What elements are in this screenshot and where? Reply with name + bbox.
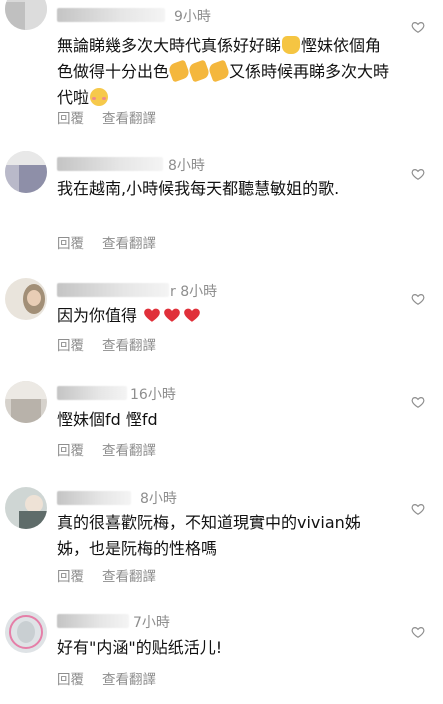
comment-time: 7小時	[133, 615, 170, 631]
blushing-face-icon	[90, 88, 109, 106]
reply-button[interactable]: 回覆	[57, 107, 84, 127]
avatar[interactable]	[5, 278, 47, 320]
heart-outline-icon[interactable]	[411, 502, 425, 516]
see-translation-button[interactable]: 查看翻譯	[102, 439, 156, 459]
username-redacted[interactable]	[57, 283, 169, 297]
comment-time: 16小時	[130, 387, 176, 403]
red-heart-icon	[184, 308, 200, 322]
username-redacted[interactable]	[57, 614, 129, 628]
red-heart-icon	[164, 308, 180, 322]
comment-text: 因为你值得	[57, 303, 397, 329]
username-redacted[interactable]	[57, 8, 165, 22]
avatar[interactable]	[5, 487, 47, 529]
comment-time: r 8小時	[170, 284, 218, 300]
username-redacted[interactable]	[57, 386, 127, 400]
comment-actions: 回覆 查看翻譯	[57, 107, 156, 127]
reply-button[interactable]: 回覆	[57, 232, 84, 252]
comment-time: 8小時	[168, 158, 205, 174]
heart-outline-icon[interactable]	[411, 292, 425, 306]
see-translation-button[interactable]: 查看翻譯	[102, 232, 156, 252]
heart-outline-icon[interactable]	[411, 20, 425, 34]
heart-outline-icon[interactable]	[411, 395, 425, 409]
red-heart-icon	[144, 308, 160, 322]
avatar[interactable]	[5, 381, 47, 423]
clapping-hands-icon	[187, 59, 211, 83]
comment-actions: 回覆 查看翻譯	[57, 439, 156, 459]
comment-text: 無論睇幾多次大時代真係好好睇 慳妹依個角色做得十分出色 又係時候再睇多次大時代啦	[57, 36, 390, 107]
see-translation-button[interactable]: 查看翻譯	[102, 107, 156, 127]
username-suffix: r	[170, 284, 176, 300]
username-redacted[interactable]	[57, 157, 163, 171]
heart-outline-icon[interactable]	[411, 167, 425, 181]
comment-actions: 回覆 查看翻譯	[57, 232, 156, 252]
avatar[interactable]	[5, 151, 47, 193]
comment-text: 真的很喜歡阮梅，不知道現實中的vivian姊姊，也是阮梅的性格嗎	[57, 513, 361, 558]
reply-button[interactable]: 回覆	[57, 439, 84, 459]
reply-button[interactable]: 回覆	[57, 334, 84, 354]
thumbs-up-icon	[282, 36, 301, 54]
comment-time: 8小時	[140, 491, 177, 507]
avatar[interactable]	[5, 611, 47, 653]
comment-text: 慳妹個fd 慳fd	[57, 410, 158, 429]
clapping-hands-icon	[167, 59, 191, 83]
reply-button[interactable]: 回覆	[57, 565, 84, 585]
comment-actions: 回覆 查看翻譯	[57, 334, 156, 354]
heart-outline-icon[interactable]	[411, 625, 425, 639]
clapping-hands-icon	[207, 59, 231, 83]
see-translation-button[interactable]: 查看翻譯	[102, 668, 156, 688]
avatar[interactable]	[5, 0, 47, 30]
see-translation-button[interactable]: 查看翻譯	[102, 334, 156, 354]
reply-button[interactable]: 回覆	[57, 668, 84, 688]
comment-actions: 回覆 查看翻譯	[57, 668, 156, 688]
comment-time: 9小時	[174, 9, 211, 25]
comment-text: 好有"内涵"的贴纸活儿!	[57, 638, 223, 657]
see-translation-button[interactable]: 查看翻譯	[102, 565, 156, 585]
username-redacted[interactable]	[57, 491, 131, 505]
comment-actions: 回覆 查看翻譯	[57, 565, 156, 585]
comment-text: 我在越南,小時候我每天都聽慧敏姐的歌.	[57, 179, 340, 198]
